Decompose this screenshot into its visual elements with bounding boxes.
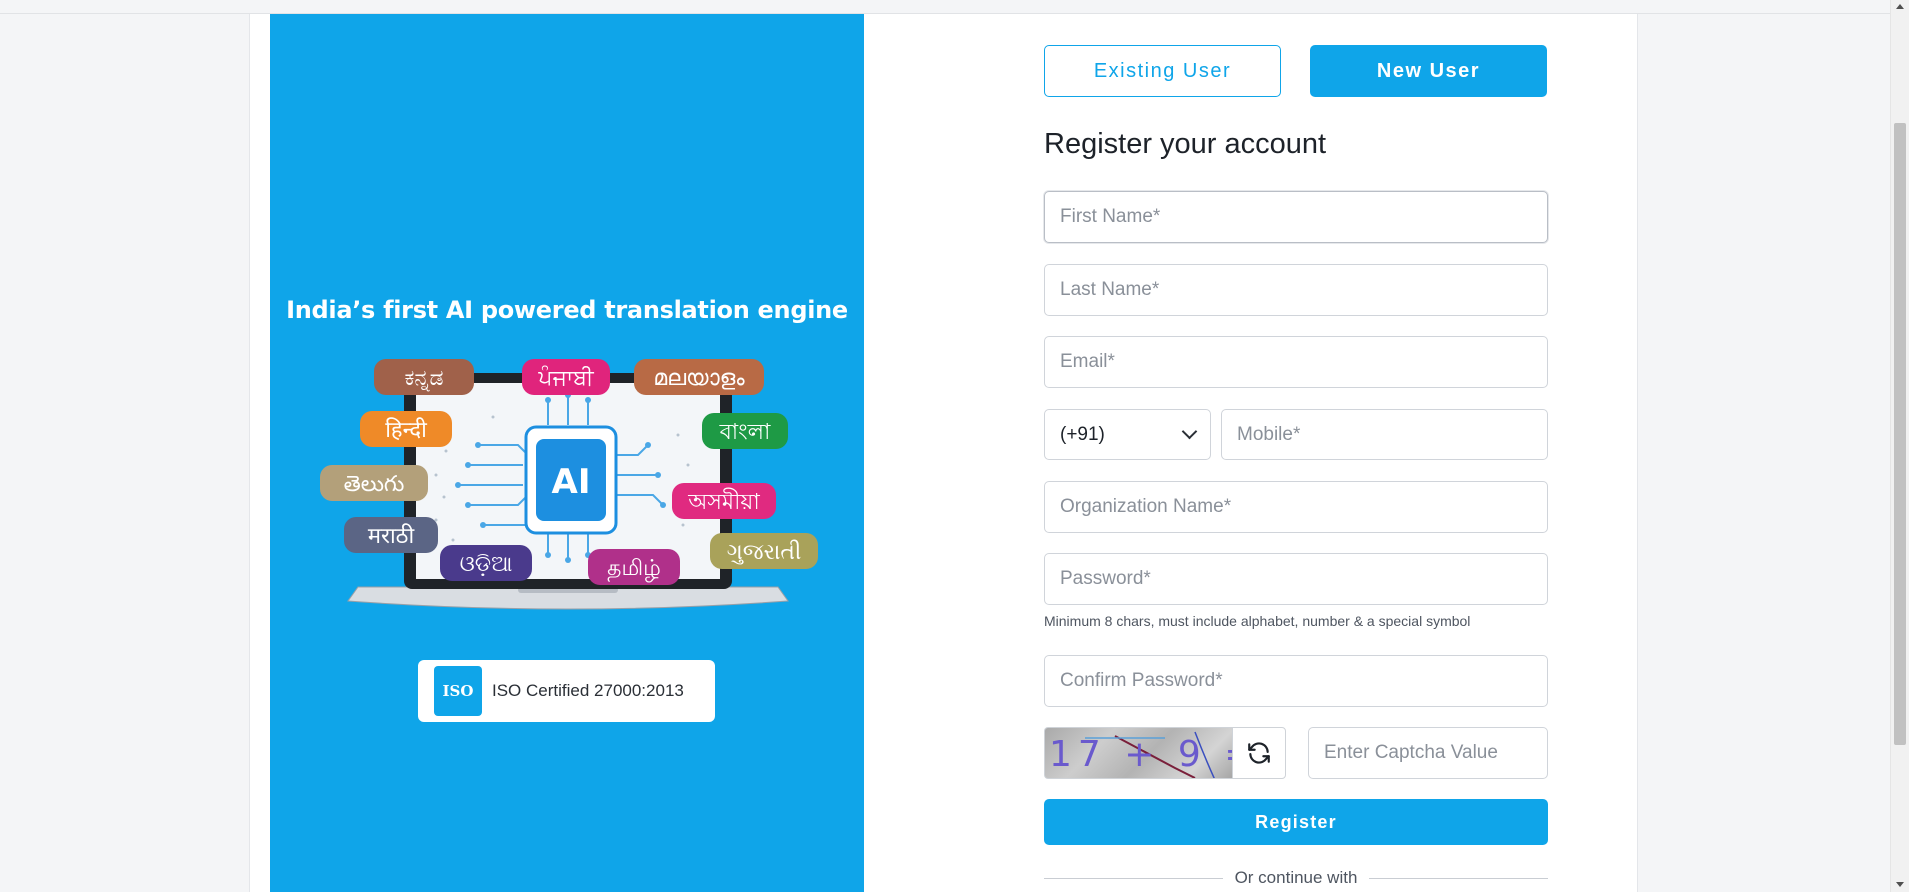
ai-chip-label: AI: [552, 462, 591, 502]
language-tag: ଓଡ଼ିଆ: [440, 545, 532, 581]
scroll-up-arrow-icon[interactable]: [1896, 4, 1904, 9]
country-code-value: (+91): [1060, 423, 1105, 445]
captcha-refresh-button[interactable]: [1232, 727, 1286, 779]
mobile-input[interactable]: [1221, 409, 1548, 460]
language-tag-label: తెలుగు: [344, 472, 405, 497]
language-tag: ಕನ್ನಡ: [374, 359, 474, 395]
language-tag: हिन्दी: [360, 411, 452, 447]
iso-icon: ISO: [434, 666, 482, 716]
confirm-password-input[interactable]: [1044, 655, 1548, 707]
language-tag-label: मराठी: [368, 523, 415, 549]
scroll-down-arrow-icon[interactable]: [1896, 882, 1904, 887]
hero-title: India’s first AI powered translation eng…: [286, 296, 848, 324]
organization-name-input[interactable]: [1044, 481, 1548, 533]
password-input[interactable]: [1044, 553, 1548, 605]
language-tag: മലയാളം: [634, 359, 764, 395]
language-tag: தமிழ்: [588, 549, 680, 585]
language-tag: తెలుగు: [320, 465, 428, 501]
language-tag-label: বাংলা: [719, 420, 771, 445]
language-tag: বাংলা: [702, 413, 788, 449]
language-tag-label: ਪੰਜਾਬੀ: [537, 366, 595, 391]
captcha-image: 17 + 9 =: [1044, 727, 1232, 779]
language-tag: অসমীয়া: [672, 483, 776, 519]
vertical-scrollbar[interactable]: [1890, 0, 1909, 892]
ai-translation-illustration: AI ಕನ್ನಡ ਪੰਜਾਬੀ മലയാളം हिन्दी বাংলা తెలుగు অসম…: [320, 359, 818, 610]
captcha-input[interactable]: [1308, 727, 1548, 779]
iso-badge: ISO ISO Certified 27000:2013: [418, 660, 715, 722]
password-hint: Minimum 8 chars, must include alphabet, …: [1044, 613, 1471, 629]
register-button[interactable]: Register: [1044, 799, 1548, 845]
divider-text: Or continue with: [1234, 868, 1358, 887]
email-input[interactable]: [1044, 336, 1548, 388]
language-tag-label: ಕನ್ನಡ: [404, 366, 443, 392]
new-user-button[interactable]: New User: [1310, 45, 1547, 97]
language-tag: मराठी: [344, 517, 438, 553]
country-code-select[interactable]: (+91): [1044, 409, 1211, 460]
last-name-input[interactable]: [1044, 264, 1548, 316]
language-tag-label: ગુજરાતી: [727, 540, 802, 565]
scrollbar-thumb[interactable]: [1894, 123, 1906, 745]
language-tag-label: தமிழ்: [607, 556, 661, 582]
iso-certification-text: ISO Certified 27000:2013: [492, 681, 684, 700]
language-tag: ગુજરાતી: [710, 533, 818, 569]
refresh-icon: [1248, 742, 1270, 764]
divider-line-right: [1369, 877, 1548, 879]
divider-line-left: [1044, 877, 1223, 879]
continue-divider: Or continue with: [1044, 868, 1548, 888]
top-border: [0, 0, 1890, 14]
first-name-input[interactable]: [1044, 191, 1548, 243]
language-tag-label: हिन्दी: [385, 417, 427, 443]
existing-user-button[interactable]: Existing User: [1044, 45, 1281, 97]
chevron-down-icon: [1181, 423, 1198, 440]
form-title: Register your account: [1044, 128, 1327, 160]
language-tag-label: অসমীয়া: [687, 488, 760, 515]
language-tag-label: ଓଡ଼ିଆ: [460, 552, 513, 577]
captcha-text: 17 + 9 =: [1049, 734, 1232, 775]
language-tag: ਪੰਜਾਬੀ: [522, 359, 610, 395]
language-tag-label: മലയാളം: [653, 366, 745, 391]
